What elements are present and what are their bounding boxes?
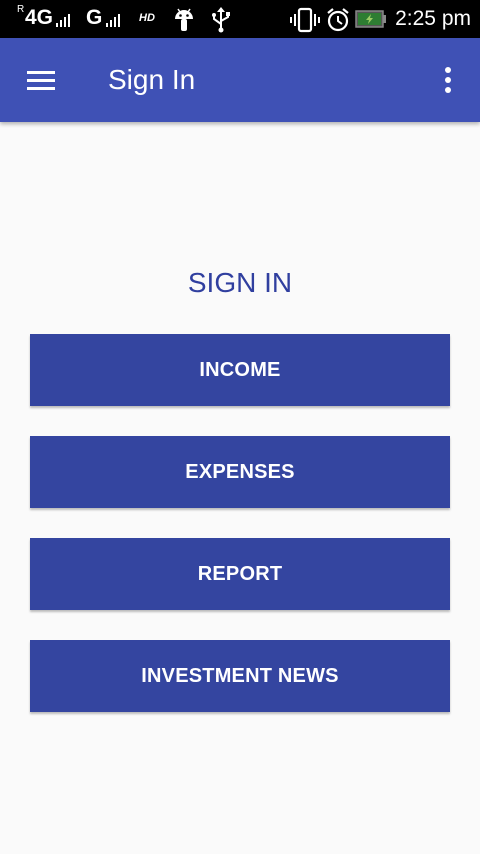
network-type-primary: 4G	[25, 6, 54, 29]
signal-strength-icon	[56, 13, 78, 27]
app-bar: Sign In	[0, 38, 480, 122]
sign-in-heading: SIGN IN	[187, 267, 293, 298]
usb-icon	[212, 7, 230, 33]
expenses-button[interactable]: EXPENSES	[30, 436, 450, 508]
vibrate-icon	[290, 7, 320, 33]
network-type-secondary: G	[86, 6, 103, 29]
hamburger-menu-icon[interactable]	[20, 62, 62, 98]
battery-charging-icon	[355, 10, 386, 28]
hd-voice-label: HD	[139, 12, 155, 24]
roaming-indicator: R	[17, 4, 25, 15]
status-bar: R 4G G HD 2:25 pm	[0, 0, 480, 38]
android-debug-icon	[175, 8, 193, 31]
more-vert-icon[interactable]	[438, 64, 458, 96]
page-title: Sign In	[108, 64, 196, 95]
income-button[interactable]: INCOME	[30, 334, 450, 406]
status-time: 2:25 pm	[395, 7, 471, 30]
signal-strength-secondary-icon	[106, 13, 128, 27]
alarm-icon	[327, 8, 349, 32]
report-button[interactable]: REPORT	[30, 538, 450, 610]
investment-news-button[interactable]: INVESTMENT NEWS	[30, 640, 450, 712]
